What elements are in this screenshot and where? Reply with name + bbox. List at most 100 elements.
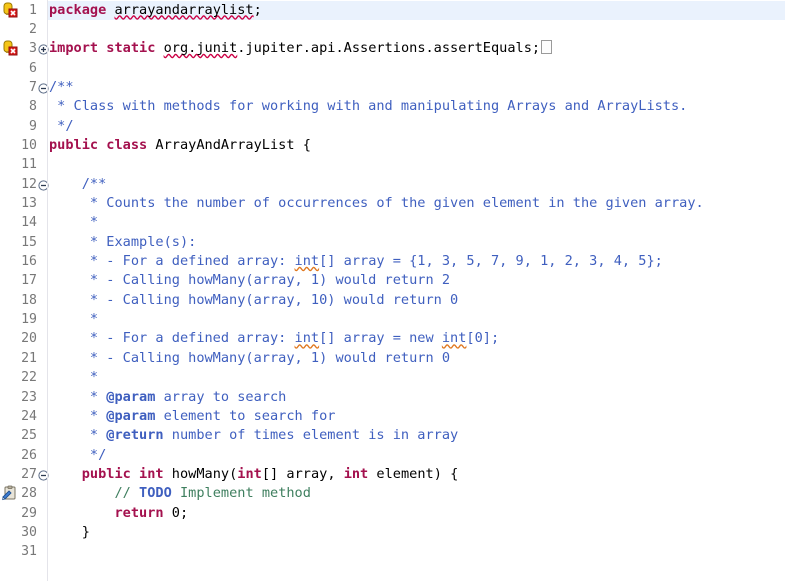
code-line[interactable]: * — [49, 310, 98, 329]
code-token: int — [441, 330, 467, 347]
code-line[interactable]: * @param element to search for — [49, 407, 336, 426]
code-token: ArrayAndArrayList { — [147, 136, 311, 153]
code-token: * - For a defined array: — [49, 253, 295, 270]
code-line[interactable]: public int howMany(int[] array, int elem… — [49, 465, 459, 484]
code-token: * - Calling howMany(array, 1) would retu… — [49, 349, 451, 366]
line-number: 18 — [21, 292, 37, 308]
code-token: } — [49, 523, 90, 540]
code-text-area[interactable]: package arrayandarraylist; import static … — [48, 0, 785, 581]
code-token: org.junit — [163, 40, 238, 57]
error-marker-icon[interactable] — [2, 2, 18, 18]
code-token: TODO — [139, 485, 172, 502]
code-line[interactable]: * — [49, 213, 98, 232]
code-line[interactable]: // TODO Implement method — [49, 484, 310, 503]
code-token: * — [49, 214, 99, 231]
code-token: * — [49, 369, 99, 386]
code-token: ; — [253, 1, 262, 18]
code-token: int — [294, 253, 320, 270]
code-line[interactable]: * - For a defined array: int[] array = n… — [49, 329, 499, 348]
code-token: * — [49, 407, 107, 424]
code-line[interactable]: return 0; — [49, 504, 188, 523]
code-line[interactable]: * - For a defined array: int[] array = {… — [49, 252, 663, 271]
code-line[interactable]: /** — [49, 78, 74, 97]
code-token: package — [49, 1, 107, 18]
line-number: 6 — [29, 60, 37, 76]
line-number: 24 — [21, 408, 37, 424]
line-number: 13 — [21, 196, 37, 211]
line-number: 30 — [21, 524, 37, 540]
code-token: // — [114, 485, 140, 502]
code-token: * - Calling howMany(array, 10) would ret… — [49, 291, 459, 308]
java-source-editor[interactable]: 1 2 3 6 7 8 9 10 11 12 13 14 15 16 17 18 19 20 21 22 23 24 25 2… — [0, 0, 785, 581]
code-token: @return — [106, 427, 164, 444]
code-line[interactable]: public class ArrayAndArrayList { — [49, 136, 311, 155]
code-line[interactable]: */ — [49, 117, 73, 136]
code-token: [] array = new — [319, 330, 442, 347]
code-line[interactable]: * - Calling howMany(array, 1) would retu… — [49, 271, 450, 290]
code-line[interactable]: } — [49, 523, 90, 542]
code-token: 0; — [163, 504, 189, 521]
line-number: 16 — [21, 254, 37, 270]
line-number: 31 — [21, 544, 37, 560]
code-token: * - Calling howMany(array, 1) would retu… — [49, 272, 451, 289]
line-number: 20 — [21, 331, 37, 347]
code-line[interactable]: * — [49, 368, 98, 387]
code-token: int — [139, 465, 164, 482]
code-token: * Example(s): — [49, 233, 197, 250]
code-token: * — [49, 388, 107, 405]
code-token: @param — [106, 407, 156, 424]
code-line[interactable]: * @return number of times element is in … — [49, 426, 458, 445]
code-token: @param — [106, 388, 156, 405]
line-number: 23 — [21, 389, 37, 405]
code-line[interactable]: /** — [49, 175, 107, 194]
code-token: howMany( — [163, 465, 238, 482]
line-number: 27 — [21, 466, 37, 482]
line-number: 26 — [21, 447, 37, 463]
line-number-gutter: 1 2 3 6 7 8 9 10 11 12 13 14 15 16 17 18 19 20 21 22 23 24 25 2… — [20, 0, 38, 581]
code-token: static — [106, 40, 156, 57]
code-line[interactable]: * - Calling howMany(array, 1) would retu… — [49, 349, 450, 368]
line-number: 9 — [29, 118, 37, 134]
line-number: 1 — [29, 2, 37, 18]
line-number: 2 — [29, 21, 37, 37]
code-token: element to search for — [155, 407, 336, 424]
line-number: 22 — [21, 370, 37, 386]
code-token: /** — [49, 175, 107, 192]
code-token: [0]; — [466, 330, 500, 347]
code-token: * Class with methods for working with an… — [49, 98, 688, 115]
code-line[interactable]: */ — [49, 446, 106, 465]
code-token: int — [343, 465, 369, 482]
code-token: .jupiter.api.Assertions.assertEquals; — [237, 40, 541, 57]
code-line[interactable]: import static org.junit.jupiter.api.Asse… — [49, 39, 553, 58]
code-token: public — [81, 465, 131, 482]
collapsed-import-placeholder-icon[interactable] — [541, 40, 553, 55]
task-marker-icon[interactable] — [2, 485, 18, 501]
code-line[interactable]: * @param array to search — [49, 388, 286, 407]
line-number: 25 — [21, 428, 37, 444]
error-marker-icon[interactable] — [2, 40, 18, 56]
annotation-marker-gutter[interactable] — [0, 0, 20, 581]
code-line[interactable]: * Counts the number of occurrences of th… — [49, 194, 704, 213]
code-token: return — [114, 504, 164, 521]
line-number: 17 — [21, 273, 37, 289]
line-number: 10 — [21, 137, 37, 153]
code-token: * — [49, 311, 99, 328]
line-number: 15 — [21, 234, 37, 250]
line-number: 19 — [21, 312, 37, 328]
code-token: class — [106, 136, 148, 153]
code-token: number of times element is in array — [163, 427, 459, 444]
line-number: 28 — [21, 486, 37, 502]
line-number: 14 — [21, 215, 37, 231]
code-line[interactable]: package arrayandarraylist; — [49, 1, 262, 20]
code-line[interactable]: * - Calling howMany(array, 10) would ret… — [49, 291, 458, 310]
code-line[interactable]: * Example(s): — [49, 233, 196, 252]
line-number: 12 — [21, 176, 37, 192]
code-line[interactable]: * Class with methods for working with an… — [49, 97, 687, 116]
code-token: public — [49, 136, 99, 153]
code-token: * Counts the number of occurrences of th… — [49, 195, 704, 211]
line-number: 8 — [29, 99, 37, 115]
code-token: [] array = {1, 3, 5, 7, 9, 1, 2, 3, 4, 5… — [319, 253, 663, 270]
